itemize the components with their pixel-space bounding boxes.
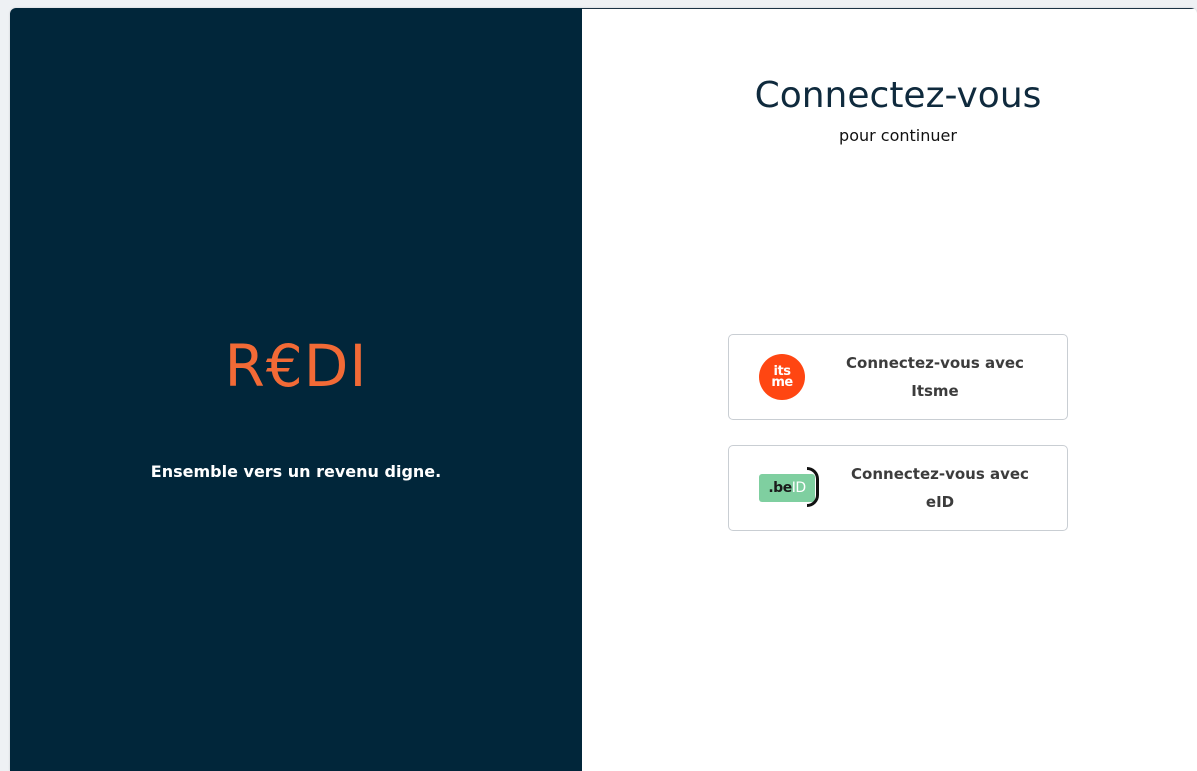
login-eid-button[interactable]: .be ID Connectez-vous avec eID — [728, 445, 1068, 531]
itsme-icon: its me — [759, 354, 805, 400]
itsme-icon-text-bottom: me — [771, 375, 793, 390]
beid-icon-be: .be — [768, 480, 792, 496]
login-window: R€DI Ensemble vers un revenu digne. Conn… — [10, 8, 1197, 771]
beid-icon-bracket — [807, 467, 819, 507]
eid-button-label-line2: eID — [925, 493, 955, 511]
eid-button-label-line1: Connectez-vous avec — [851, 465, 1029, 483]
itsme-button-label-line2: Itsme — [911, 382, 959, 400]
itsme-button-label-line1: Connectez-vous avec — [846, 354, 1024, 372]
eid-button-label: Connectez-vous avec eID — [831, 460, 1067, 516]
beid-icon-id: ID — [791, 480, 806, 496]
page-title: Connectez-vous — [754, 75, 1042, 116]
page-subtitle: pour continuer — [839, 126, 957, 145]
brand-panel: R€DI Ensemble vers un revenu digne. — [10, 8, 582, 771]
login-panel: Connectez-vous pour continuer its me Con… — [582, 8, 1197, 771]
login-itsme-button[interactable]: its me Connectez-vous avec Itsme — [728, 334, 1068, 420]
brand-tagline: Ensemble vers un revenu digne. — [150, 462, 442, 481]
beid-icon: .be ID — [759, 467, 819, 509]
redi-logo: R€DI — [224, 332, 368, 400]
itsme-button-label: Connectez-vous avec Itsme — [821, 349, 1067, 405]
